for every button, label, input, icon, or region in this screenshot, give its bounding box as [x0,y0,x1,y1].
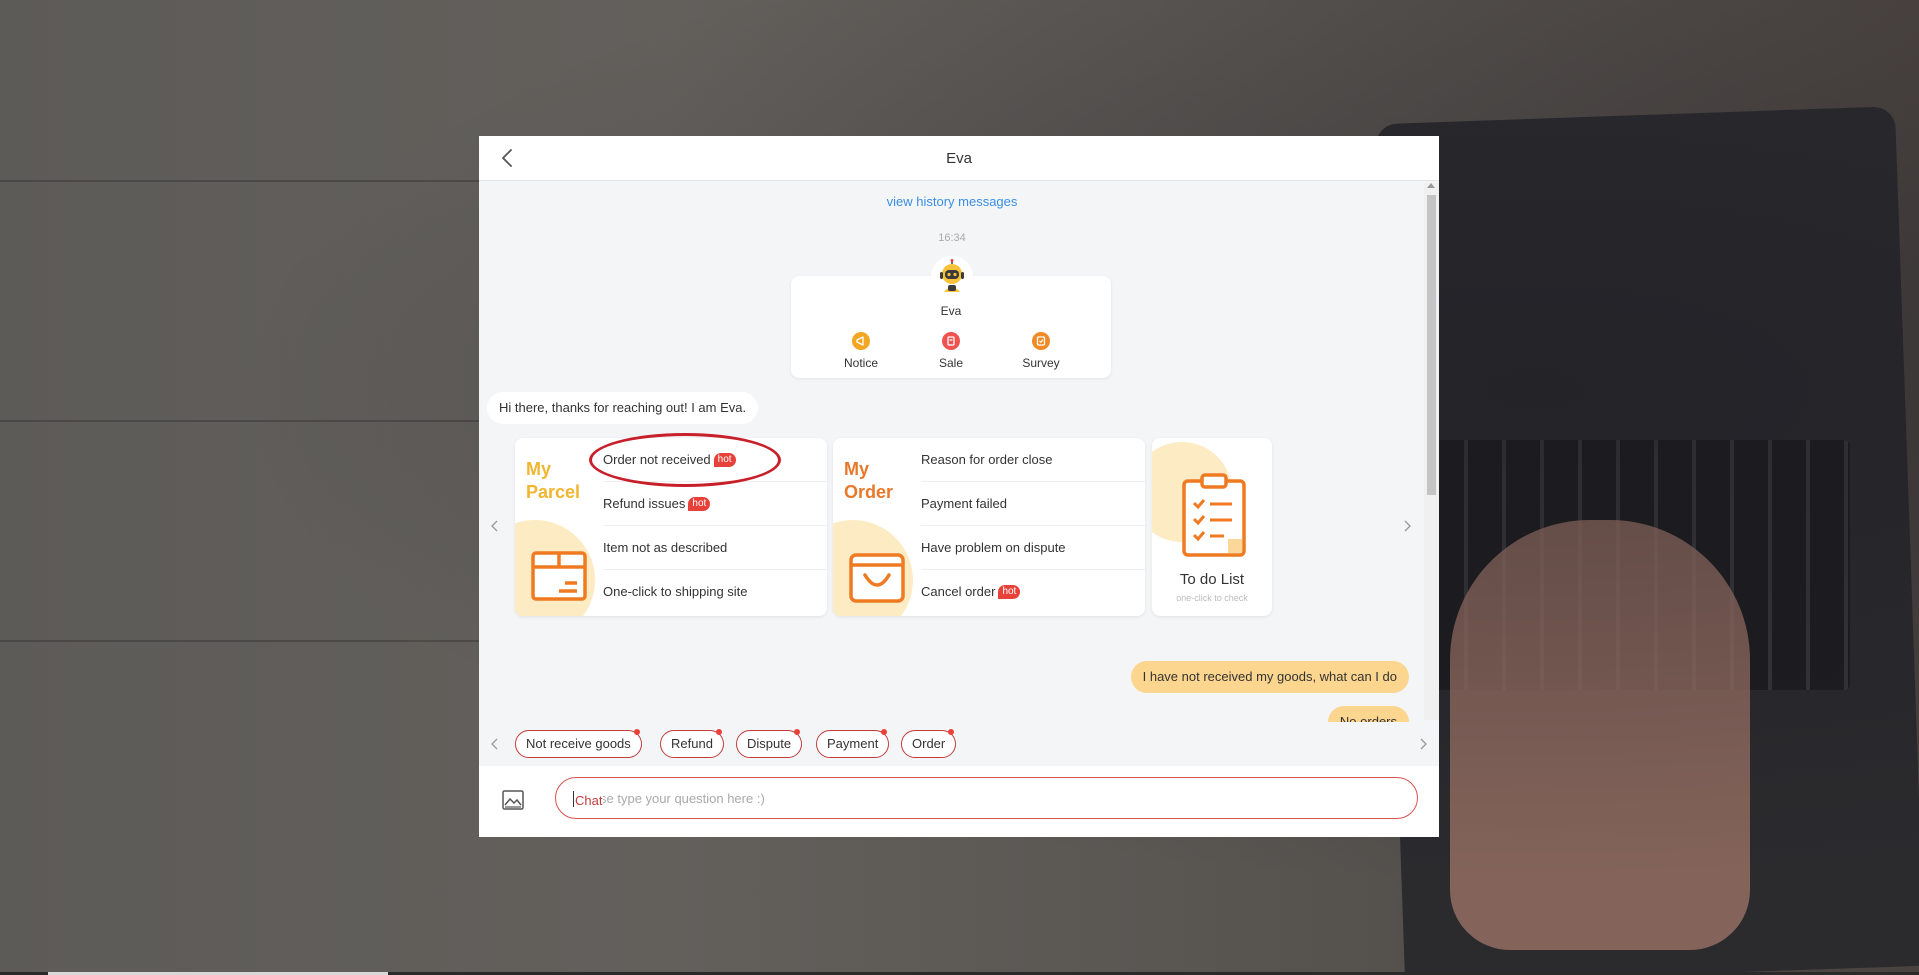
user-message: I have not received my goods, what can I… [1130,661,1409,693]
cancel-order-item[interactable]: Cancel order hot [921,570,1145,614]
notice-icon [851,331,871,351]
new-dot-icon [715,729,722,735]
survey-icon [1031,331,1051,351]
avatar [931,256,973,298]
chip-not-receive-goods[interactable]: Not receive goods [515,729,642,758]
order-close-reason-item[interactable]: Reason for order close [921,438,1145,482]
refund-issues-item[interactable]: Refund issues hot [603,482,827,526]
my-parcel-card: My Parcel Order not received hot Refund is… [515,438,827,616]
todo-list-card[interactable]: To do List one-click to check [1152,438,1272,616]
text-cursor [573,791,574,807]
chip-order[interactable]: Order [901,729,957,758]
chat-header: Eva [479,136,1439,181]
chevron-left-icon [491,738,498,750]
sale-icon [941,331,961,351]
survey-action[interactable]: Survey [1011,331,1071,370]
new-dot-icon [633,729,640,735]
notice-label: Notice [843,356,878,370]
chevron-right-icon [1404,520,1411,532]
chat-typed-text: Chat [575,793,604,808]
survey-label: Survey [1022,356,1060,370]
image-upload-button[interactable] [501,788,525,812]
chevron-right-icon [1420,738,1427,750]
chat-window: Eva view history messages 16:34 Eva Noti… [479,136,1439,837]
view-history-link[interactable]: view history messages [479,194,1425,209]
parcel-box-icon [527,543,591,607]
message-area: view history messages 16:34 Eva Notice S… [479,182,1425,722]
chat-title: Eva [946,150,972,167]
parcel-question-list: Order not received hot Refund issues hot I… [603,438,827,614]
carousel-next-button[interactable] [1399,518,1415,542]
new-dot-icon [881,729,888,735]
todo-subtitle: one-click to check [1176,593,1248,603]
new-dot-icon [948,729,955,735]
scrollbar-thumb[interactable] [1427,195,1436,495]
message-timestamp: 16:34 [938,232,966,244]
image-icon [502,790,524,810]
chips-prev-button[interactable] [487,736,503,752]
my-parcel-title: My Parcel [526,459,581,502]
hot-badge: hot [998,585,1021,599]
chips-next-button[interactable] [1415,736,1431,752]
robot-avatar-icon [931,256,973,298]
chevron-left-icon [491,520,498,532]
dispute-problem-item[interactable]: Have problem on dispute [921,526,1145,570]
payment-failed-item[interactable]: Payment failed [921,482,1145,526]
my-order-card: My Order Reason for order close Payment f… [833,438,1145,616]
shopping-bag-icon [845,543,909,607]
order-question-list: Reason for order close Payment failed Ha… [921,438,1145,614]
shipping-site-item[interactable]: One-click to shipping site [603,570,827,614]
hot-badge: hot [688,497,711,511]
input-bar: Chat [479,766,1439,837]
item-not-as-described-item[interactable]: Item not as described [603,526,827,570]
chip-refund[interactable]: Refund [660,729,724,758]
sale-label: Sale [938,356,964,370]
bot-profile-card: Eva Notice Sale Survey [791,256,1111,378]
quick-reply-bar: Not receive goods Refund Dispute Payment… [479,722,1439,766]
chat-input[interactable] [555,777,1418,819]
chip-payment[interactable]: Payment [816,729,890,758]
messages-scrollbar[interactable] [1424,183,1439,720]
sale-action[interactable]: Sale [921,331,981,370]
scroll-up-arrow-icon[interactable] [1427,183,1435,188]
greeting-message: Hi there, thanks for reaching out! I am … [487,392,759,424]
order-not-received-item[interactable]: Order not received hot [603,438,827,482]
new-dot-icon [794,729,801,735]
todo-title: To do List [1179,571,1245,588]
carousel-prev-button[interactable] [487,518,503,542]
clipboard-icon [1180,473,1248,559]
user-message: No orders [1327,706,1409,722]
hot-badge: hot [713,453,736,467]
notice-action[interactable]: Notice [831,331,891,370]
my-order-title: My Order [844,459,894,502]
bot-name: Eva [940,304,962,318]
chip-dispute[interactable]: Dispute [736,729,803,758]
